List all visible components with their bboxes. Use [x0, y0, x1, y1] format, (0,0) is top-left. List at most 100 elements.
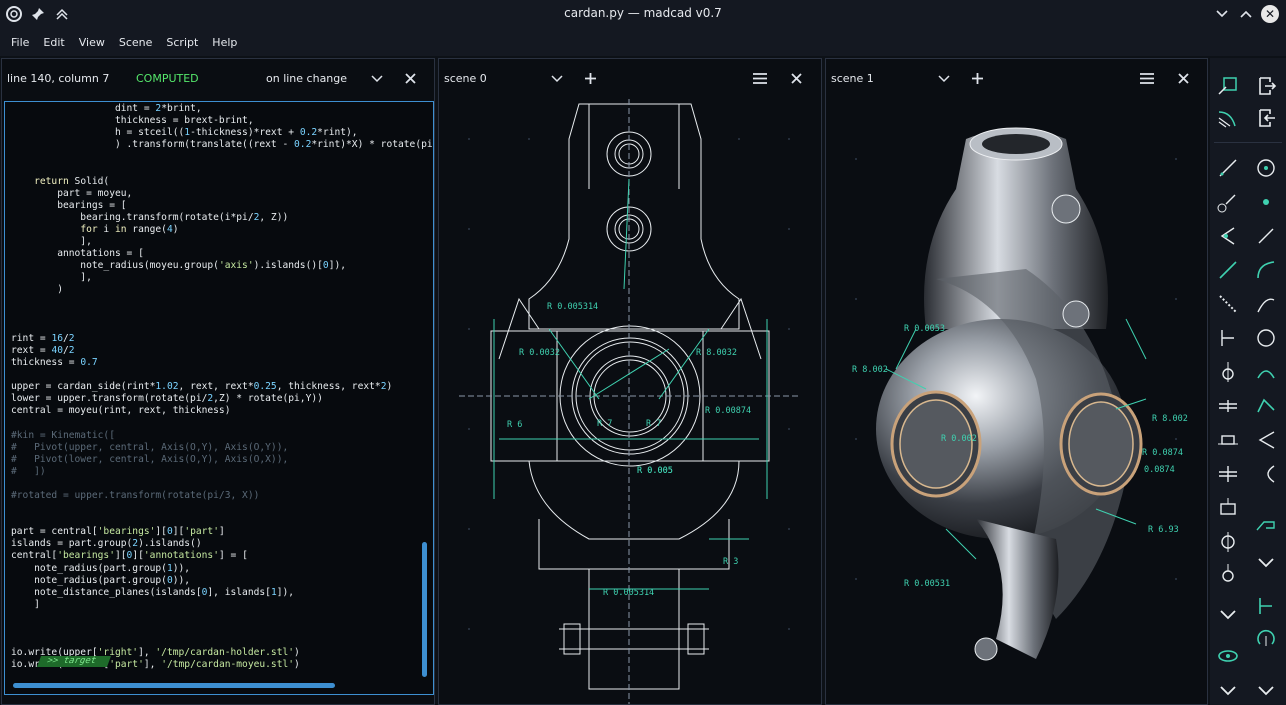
bezier-tool-button[interactable]	[1252, 392, 1280, 420]
arc-tool-button[interactable]	[1252, 358, 1280, 386]
segment-tool-button[interactable]	[1214, 154, 1242, 182]
view-tool-button[interactable]	[1214, 642, 1242, 670]
box-joint-icon	[1220, 498, 1236, 515]
polyline-tool-button[interactable]	[1214, 256, 1242, 284]
pivot-tool-button[interactable]	[1214, 358, 1242, 386]
slider-tool-button[interactable]	[1214, 426, 1242, 454]
select-box-icon	[1218, 77, 1237, 95]
chevron-down-icon[interactable]	[938, 73, 950, 85]
annotation-label: R 8.002	[852, 365, 888, 375]
ball-joint-tool-button[interactable]	[1214, 528, 1242, 556]
horizontal-scrollbar[interactable]	[13, 683, 335, 688]
tool-palette	[1210, 58, 1286, 705]
expand-ops-button[interactable]	[1252, 676, 1280, 704]
chevron-down-icon[interactable]	[551, 73, 563, 85]
export-button[interactable]	[1252, 72, 1280, 100]
gear-joint-tool-button[interactable]	[1214, 460, 1242, 488]
rotate-icon	[1257, 629, 1275, 646]
toolbar-separator	[1214, 142, 1282, 143]
scene-0-header: scene 0	[439, 59, 821, 99]
spline-tool-button[interactable]	[1252, 256, 1280, 284]
trim-tool-button[interactable]	[1214, 104, 1242, 132]
annotation-label: R 0.00874	[705, 406, 751, 416]
expand-more-button[interactable]	[1252, 548, 1280, 576]
gear-joint-icon	[1219, 466, 1237, 482]
revolve-tool-button[interactable]	[1252, 510, 1280, 538]
close-button[interactable]: ✕	[1260, 4, 1280, 24]
point-joint-icon	[1222, 564, 1234, 582]
target-marker[interactable]: >> target	[36, 656, 112, 667]
hamburger-menu-icon[interactable]	[752, 72, 768, 85]
menu-view[interactable]: View	[72, 36, 112, 49]
bezier-icon	[1257, 398, 1275, 413]
close-icon[interactable]	[405, 73, 416, 84]
menu-help[interactable]: Help	[205, 36, 244, 49]
dotted-line-icon	[1219, 295, 1237, 313]
annotation-label: R 0.005314	[547, 302, 598, 312]
annotation-label: R 0.002	[941, 434, 977, 444]
compute-status: COMPUTED	[136, 72, 199, 85]
chevron-down-icon[interactable]	[371, 73, 383, 85]
menu-file[interactable]: File	[4, 36, 36, 49]
expand-joints-button[interactable]	[1214, 600, 1242, 628]
circle-tool-button[interactable]	[1252, 324, 1280, 352]
scene-1-viewport[interactable]: R 0.0053 R 8.002 R 0.002 R 8.002 R 0.087…	[826, 99, 1207, 704]
sweep-tool-button[interactable]	[1252, 592, 1280, 620]
rotate-tool-button[interactable]	[1252, 624, 1280, 652]
angle-icon	[1220, 227, 1235, 245]
fillet-tool-button[interactable]	[1252, 460, 1280, 488]
trim-icon	[1218, 111, 1236, 128]
minimize-button[interactable]	[1212, 4, 1232, 24]
code-text: dint = 2*brint, thickness = brext-brint,…	[11, 103, 433, 671]
export-icon	[1259, 77, 1277, 95]
close-icon[interactable]	[791, 73, 802, 84]
corner-tool-button[interactable]	[1214, 324, 1242, 352]
plus-icon[interactable]	[971, 72, 984, 85]
annotation-label: R 6	[507, 420, 522, 430]
menu-bar: File Edit View Scene Script Help	[0, 28, 1286, 56]
execution-mode-select[interactable]: on line change	[266, 72, 347, 85]
plus-icon[interactable]	[584, 72, 597, 85]
line-icon	[1258, 228, 1274, 244]
vertical-scrollbar[interactable]	[422, 542, 427, 677]
point-tool-button[interactable]	[1214, 188, 1242, 216]
angle-tool-button[interactable]	[1214, 222, 1242, 250]
spline-icon	[1257, 261, 1275, 279]
dotted-line-tool-button[interactable]	[1214, 290, 1242, 318]
planar-icon	[1219, 400, 1237, 412]
point-joint-tool-button[interactable]	[1214, 560, 1242, 588]
scene-0-panel[interactable]: scene 0 R 0.005314 R 0.0032 R 8.0032 R 7…	[438, 58, 822, 705]
arc-point-icon	[1257, 159, 1275, 177]
fillet-icon	[1267, 465, 1275, 483]
slider-joint-icon	[1218, 435, 1238, 445]
scene-1-select[interactable]: scene 1	[831, 72, 874, 85]
box-joint-tool-button[interactable]	[1214, 494, 1242, 522]
scene-1-panel[interactable]: scene 1 R 0.0053 R 8.002 R 0.002 R 8.002…	[825, 58, 1208, 705]
cursor-position: line 140, column 7	[7, 72, 110, 85]
annotation-label: R 0.00531	[904, 579, 950, 589]
chamfer-tool-button[interactable]	[1252, 426, 1280, 454]
maximize-button[interactable]	[1236, 4, 1256, 24]
import-button[interactable]	[1252, 104, 1280, 132]
editor-header: line 140, column 7 COMPUTED on line chan…	[2, 59, 434, 99]
hamburger-menu-icon[interactable]	[1139, 72, 1155, 85]
annotation-label: R 7	[597, 419, 612, 429]
close-icon[interactable]	[1178, 73, 1189, 84]
expand-view-button[interactable]	[1214, 676, 1242, 704]
planar-tool-button[interactable]	[1214, 392, 1242, 420]
code-editor[interactable]: dint = 2*brint, thickness = brext-brint,…	[4, 101, 434, 695]
arc-point-tool-button[interactable]	[1252, 154, 1280, 182]
scene-0-select[interactable]: scene 0	[444, 72, 487, 85]
line-tool-button[interactable]	[1252, 222, 1280, 250]
eye-icon	[1218, 650, 1238, 662]
menu-scene[interactable]: Scene	[112, 36, 160, 49]
scene-0-viewport[interactable]: R 0.005314 R 0.0032 R 8.0032 R 7 R 7 R 0…	[439, 99, 821, 704]
menu-script[interactable]: Script	[159, 36, 205, 49]
polyline-icon	[1219, 261, 1237, 279]
curve-tool-button[interactable]	[1252, 290, 1280, 318]
annotation-label: R 0.0053	[904, 324, 945, 334]
scene-1-header: scene 1	[826, 59, 1207, 99]
menu-edit[interactable]: Edit	[36, 36, 71, 49]
select-tool-button[interactable]	[1214, 72, 1242, 100]
center-tool-button[interactable]	[1252, 188, 1280, 216]
